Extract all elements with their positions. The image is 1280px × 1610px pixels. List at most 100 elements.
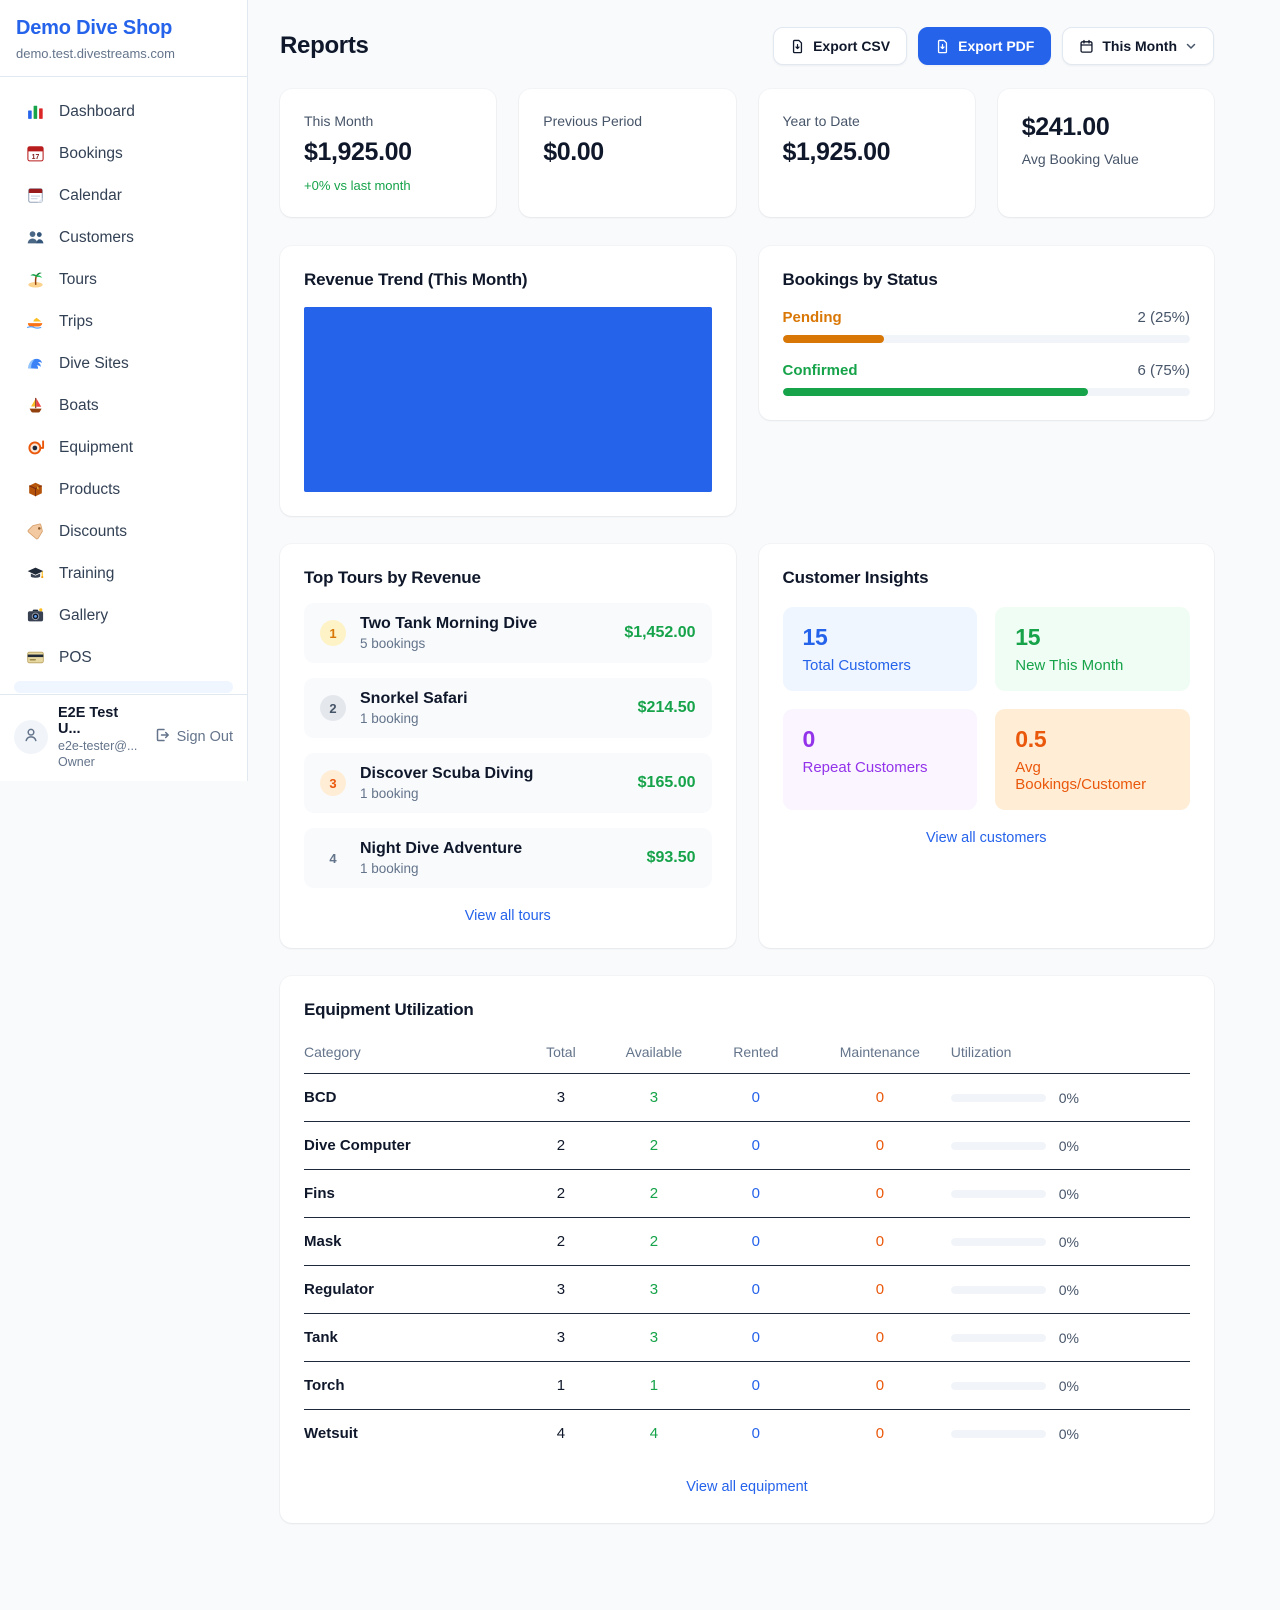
status-row-pending: Pending2 (25%) (783, 309, 1191, 343)
sidebar-item-dashboard[interactable]: Dashboard (12, 93, 235, 130)
sidebar-item-label: Calendar (59, 187, 122, 205)
insight-value: 0 (803, 726, 958, 753)
equipment-row-torch: Torch11000% (304, 1362, 1190, 1410)
export-csv-label: Export CSV (813, 38, 890, 54)
utilization-track (951, 1382, 1046, 1390)
insight-value: 15 (1015, 624, 1170, 651)
sidebar-item-discounts[interactable]: Discounts (12, 513, 235, 550)
equipment-available: 4 (605, 1410, 702, 1458)
equipment-available: 2 (605, 1170, 702, 1218)
sidebar-item-trips[interactable]: Trips (12, 303, 235, 340)
export-pdf-label: Export PDF (958, 38, 1034, 54)
customer-insights-title: Customer Insights (783, 568, 1191, 588)
sidebar-item-customers[interactable]: Customers (12, 219, 235, 256)
dive-mask-icon (26, 438, 45, 457)
utilization-track (951, 1286, 1046, 1294)
equipment-rented: 0 (703, 1410, 809, 1458)
shop-domain: demo.test.divestreams.com (16, 46, 231, 61)
sidebar-item-calendar[interactable]: Calendar (12, 177, 235, 214)
equipment-maintenance: 0 (809, 1362, 951, 1410)
tour-name: Two Tank Morning Dive (360, 615, 537, 633)
revenue-trend-title: Revenue Trend (This Month) (304, 270, 712, 290)
sidebar-item-gallery[interactable]: Gallery (12, 597, 235, 634)
package-icon (26, 480, 45, 499)
sailboat-icon (26, 396, 45, 415)
insight-tile-repeat-customers: 0Repeat Customers (783, 709, 978, 810)
status-label: Confirmed (783, 362, 858, 379)
sidebar-item-dive-sites[interactable]: Dive Sites (12, 345, 235, 382)
tour-row-night-dive-adventure[interactable]: 4Night Dive Adventure1 booking$93.50 (304, 828, 712, 888)
equipment-rented: 0 (703, 1122, 809, 1170)
sidebar-item-equipment[interactable]: Equipment (12, 429, 235, 466)
status-progress-track (783, 335, 1191, 343)
view-all-equipment-link[interactable]: View all equipment (304, 1479, 1190, 1495)
sidebar-item-label: Boats (59, 397, 99, 415)
sidebar-item-tours[interactable]: Tours (12, 261, 235, 298)
equipment-header-row: CategoryTotalAvailableRentedMaintenanceU… (304, 1034, 1190, 1074)
equipment-total: 4 (517, 1410, 606, 1458)
equipment-utilization: 0% (951, 1234, 1190, 1250)
sidebar-item-label: Equipment (59, 439, 133, 457)
sidebar-item-training[interactable]: Training (12, 555, 235, 592)
utilization-track (951, 1430, 1046, 1438)
main-content: Reports Export CSV Export PDF This Month (248, 0, 1280, 1555)
page-title: Reports (280, 32, 369, 60)
stats-row: This Month$1,925.00+0% vs last monthPrev… (280, 89, 1214, 217)
export-csv-button[interactable]: Export CSV (773, 27, 907, 65)
utilization-percent: 0% (1059, 1330, 1079, 1346)
equipment-utilization: 0% (951, 1138, 1190, 1154)
sidebar-item-pos[interactable]: POS (12, 639, 235, 676)
insight-value: 0.5 (1015, 726, 1170, 753)
view-all-customers-link[interactable]: View all customers (783, 830, 1191, 846)
equipment-utilization-title: Equipment Utilization (304, 1000, 1190, 1020)
tour-name: Discover Scuba Diving (360, 765, 533, 783)
insight-label: Total Customers (803, 657, 958, 674)
equipment-row-tank: Tank33000% (304, 1314, 1190, 1362)
period-select[interactable]: This Month (1062, 27, 1214, 65)
sidebar-item-bookings[interactable]: 17Bookings (12, 135, 235, 172)
customer-insights-tiles: 15Total Customers15New This Month0Repeat… (783, 607, 1191, 810)
stat-label: This Month (304, 113, 472, 129)
equipment-available: 3 (605, 1074, 702, 1122)
tour-row-discover-scuba-diving[interactable]: 3Discover Scuba Diving1 booking$165.00 (304, 753, 712, 813)
tour-row-two-tank-morning-dive[interactable]: 1Two Tank Morning Dive5 bookings$1,452.0… (304, 603, 712, 663)
insight-label: Avg Bookings/Customer (1015, 759, 1170, 793)
equipment-maintenance: 0 (809, 1122, 951, 1170)
stat-value: $241.00 (1022, 113, 1190, 142)
equipment-total: 3 (517, 1314, 606, 1362)
utilization-track (951, 1334, 1046, 1342)
user-name: E2E Test U... (58, 705, 144, 737)
utilization-percent: 0% (1059, 1234, 1079, 1250)
equipment-total: 3 (517, 1266, 606, 1314)
equipment-available: 2 (605, 1218, 702, 1266)
equipment-utilization-card: Equipment Utilization CategoryTotalAvail… (280, 976, 1214, 1523)
sidebar-item-label: Products (59, 481, 120, 499)
user-info: E2E Test U... e2e-tester@... Owner (58, 705, 144, 769)
credit-card-icon (26, 648, 45, 667)
equipment-maintenance: 0 (809, 1074, 951, 1122)
rank-badge: 2 (320, 695, 346, 721)
equipment-col-category: Category (304, 1034, 517, 1074)
sidebar-item-label: Trips (59, 313, 93, 331)
sign-out-label: Sign Out (177, 729, 233, 745)
export-pdf-button[interactable]: Export PDF (918, 27, 1051, 65)
sidebar-item-boats[interactable]: Boats (12, 387, 235, 424)
tour-bookings: 5 bookings (360, 636, 537, 651)
sidebar-item-label: Bookings (59, 145, 123, 163)
insight-tile-total-customers: 15Total Customers (783, 607, 978, 691)
sidebar-item-products[interactable]: Products (12, 471, 235, 508)
equipment-maintenance: 0 (809, 1314, 951, 1362)
equipment-category: Regulator (304, 1266, 517, 1314)
equipment-category: Dive Computer (304, 1122, 517, 1170)
sign-out-button[interactable]: Sign Out (154, 727, 233, 747)
utilization-track (951, 1190, 1046, 1198)
equipment-col-maintenance: Maintenance (809, 1034, 951, 1074)
view-all-tours-link[interactable]: View all tours (304, 908, 712, 924)
header-actions: Export CSV Export PDF This Month (773, 27, 1214, 65)
equipment-row-regulator: Regulator33000% (304, 1266, 1190, 1314)
tour-bookings: 1 booking (360, 786, 533, 801)
equipment-row-mask: Mask22000% (304, 1218, 1190, 1266)
equipment-row-wetsuit: Wetsuit44000% (304, 1410, 1190, 1458)
tour-row-snorkel-safari[interactable]: 2Snorkel Safari1 booking$214.50 (304, 678, 712, 738)
sidebar-item-reports-active[interactable] (14, 681, 233, 693)
